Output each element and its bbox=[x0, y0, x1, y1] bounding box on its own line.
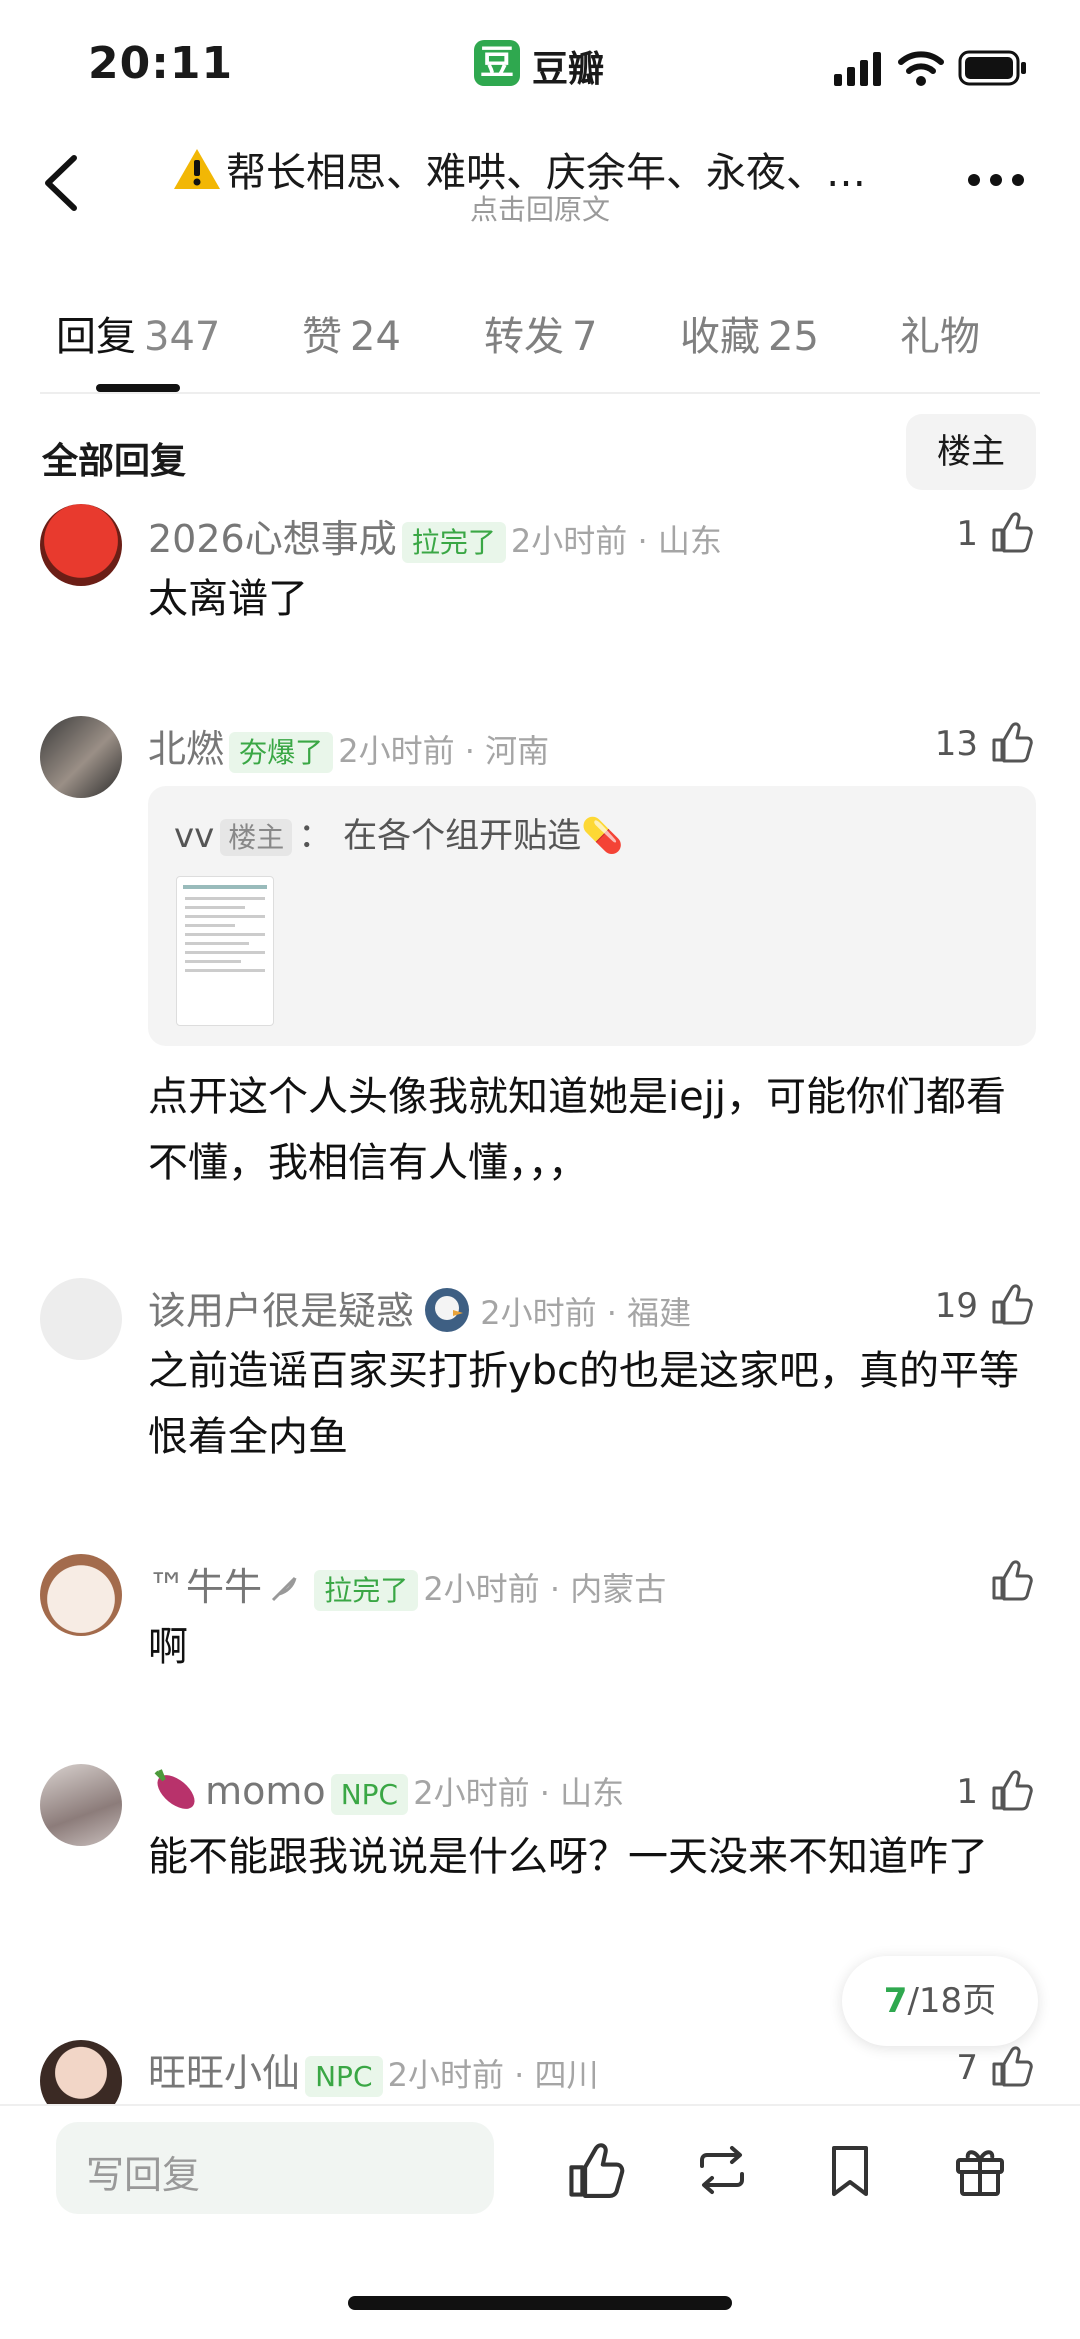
like-count: 7 bbox=[956, 2048, 978, 2088]
home-indicator bbox=[348, 2296, 732, 2310]
wifi-icon bbox=[898, 51, 944, 86]
like-icon[interactable] bbox=[990, 510, 1034, 554]
like-icon[interactable] bbox=[990, 2044, 1034, 2088]
username[interactable]: 该用户很是疑惑 bbox=[148, 1289, 414, 1333]
op-only-button[interactable]: 楼主 bbox=[906, 414, 1036, 490]
comment-region: 四川 bbox=[534, 2056, 599, 2094]
comment-time: 2小时前 bbox=[480, 1294, 597, 1332]
comment-text: 点开这个人头像我就知道她是iejj，可能你们都看不懂，我相信有人懂，，， bbox=[148, 1074, 1006, 1186]
like-icon[interactable] bbox=[566, 2140, 626, 2200]
comment-region: 山东 bbox=[657, 522, 722, 560]
reply-placeholder: 写回复 bbox=[86, 2153, 201, 2197]
tab-label: 收藏 bbox=[680, 314, 760, 360]
comment-region: 福建 bbox=[627, 1294, 692, 1332]
user-badge: 拉完了 bbox=[314, 1570, 419, 1611]
tab-likes[interactable]: 赞 24 bbox=[302, 304, 401, 362]
tab-reposts[interactable]: 转发 7 bbox=[484, 304, 597, 362]
comment-header: ™牛牛 拉完了 2小时前 · 内蒙古 bbox=[148, 1565, 667, 1611]
comment-time: 2小时前 bbox=[338, 732, 455, 770]
like-icon[interactable] bbox=[990, 720, 1034, 764]
all-replies-label[interactable]: 全部回复 bbox=[42, 432, 186, 484]
tab-replies[interactable]: 回复 347 bbox=[56, 304, 220, 362]
quote-sep: ： bbox=[298, 816, 333, 856]
page-indicator[interactable]: 7/18页 bbox=[842, 1956, 1038, 2046]
comment-time: 2小时前 bbox=[423, 1570, 540, 1608]
comment-region: 山东 bbox=[560, 1774, 625, 1812]
like-icon[interactable] bbox=[990, 1768, 1034, 1812]
total-pages: /18页 bbox=[907, 1981, 997, 2021]
like-count: 1 bbox=[956, 514, 978, 554]
comment-header: momo NPC 2小时前 · 山东 bbox=[148, 1766, 625, 1815]
tab-gifts[interactable]: 礼物 bbox=[900, 304, 980, 362]
user-badge: NPC bbox=[305, 2056, 383, 2097]
tab-count: 347 bbox=[144, 314, 221, 360]
back-to-original-link[interactable]: 点击回原文 bbox=[300, 188, 780, 228]
tab-count: 25 bbox=[768, 314, 819, 360]
like-count: 13 bbox=[934, 724, 978, 764]
avatar[interactable] bbox=[40, 1278, 122, 1360]
quote-image-thumbnail[interactable] bbox=[176, 876, 274, 1026]
more-icon[interactable] bbox=[964, 160, 1028, 200]
app-name: 豆瓣 bbox=[532, 49, 605, 90]
comment-header: 该用户很是疑惑 2小时前 · 福建 bbox=[148, 1280, 691, 1335]
tab-count: 7 bbox=[572, 314, 598, 360]
quote-user: vv bbox=[174, 816, 215, 856]
tab-label: 回复 bbox=[56, 314, 136, 360]
tab-label: 礼物 bbox=[900, 314, 980, 360]
current-page: 7 bbox=[883, 1981, 908, 2021]
comment-time: 2小时前 bbox=[387, 2056, 504, 2094]
like-count: 1 bbox=[956, 1772, 978, 1812]
bookmark-icon[interactable] bbox=[820, 2140, 880, 2200]
username[interactable]: 北燃 bbox=[148, 727, 224, 771]
comment-region: 河南 bbox=[485, 732, 550, 770]
comment-time: 2小时前 bbox=[413, 1774, 530, 1812]
divider bbox=[40, 392, 1040, 394]
comment-header: 北燃 夯爆了 2小时前 · 河南 bbox=[148, 727, 550, 773]
avatar[interactable] bbox=[40, 504, 122, 586]
comment-text: 能不能跟我说说是什么呀？一天没来不知道咋了 bbox=[148, 1834, 988, 1880]
gift-icon[interactable] bbox=[950, 2140, 1010, 2200]
like-count: 19 bbox=[934, 1286, 978, 1326]
user-badge: 拉完了 bbox=[401, 522, 506, 563]
like-icon[interactable] bbox=[990, 1558, 1034, 1602]
feather-icon bbox=[272, 1576, 297, 1602]
duck-badge-icon bbox=[425, 1288, 470, 1332]
battery-icon bbox=[958, 50, 1026, 86]
like-icon[interactable] bbox=[990, 1282, 1034, 1326]
comment-time: 2小时前 bbox=[510, 522, 628, 560]
tab-label: 转发 bbox=[484, 314, 564, 360]
repost-icon[interactable] bbox=[692, 2140, 752, 2200]
user-badge: 夯爆了 bbox=[229, 732, 334, 773]
username[interactable]: momo bbox=[205, 1769, 326, 1813]
tab-label: 赞 bbox=[302, 314, 342, 360]
status-time: 20:11 bbox=[88, 38, 234, 89]
comment-text: 太离谱了 bbox=[148, 576, 308, 622]
comment-header: 旺旺小仙 NPC 2小时前 · 四川 bbox=[148, 2051, 599, 2097]
op-tag: 楼主 bbox=[220, 819, 293, 856]
sweet-potato-icon bbox=[154, 1769, 195, 1809]
comment-region: 内蒙古 bbox=[570, 1570, 667, 1608]
username[interactable]: ™牛牛 bbox=[148, 1565, 262, 1609]
active-tab-indicator bbox=[96, 384, 180, 392]
quote-text: 在各个组开贴造💊 bbox=[343, 816, 624, 856]
username[interactable]: 旺旺小仙 bbox=[148, 2051, 300, 2095]
avatar[interactable] bbox=[40, 1764, 122, 1846]
douban-logo-icon: 豆 bbox=[474, 40, 520, 86]
avatar[interactable] bbox=[40, 1554, 122, 1636]
warning-icon bbox=[174, 149, 220, 189]
comment-text: 啊 bbox=[148, 1624, 188, 1670]
tab-favorites[interactable]: 收藏 25 bbox=[680, 304, 819, 362]
user-badge: NPC bbox=[330, 1774, 409, 1815]
username[interactable]: 2026心想事成 bbox=[148, 517, 397, 561]
back-icon[interactable] bbox=[34, 148, 94, 218]
comment-header: 2026心想事成 拉完了 2小时前 · 山东 bbox=[148, 517, 722, 563]
signal-icon bbox=[834, 52, 881, 86]
avatar[interactable] bbox=[40, 716, 122, 798]
comment-text: 之前造谣百家买打折ybc的也是这家吧，真的平等恨着全内鱼 bbox=[148, 1348, 1020, 1460]
quote-line: vv 楼主： 在各个组开贴造💊 bbox=[174, 808, 623, 857]
tab-count: 24 bbox=[350, 314, 401, 360]
